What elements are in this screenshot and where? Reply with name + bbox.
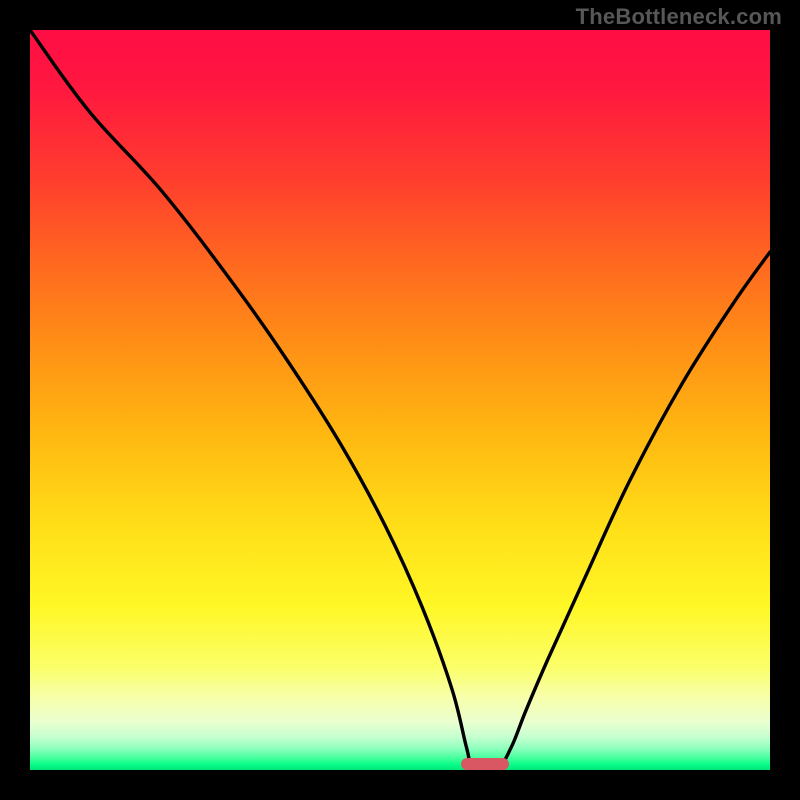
axis-border-bottom (0, 770, 800, 800)
axis-border-left (0, 0, 30, 800)
bottleneck-curve (30, 30, 770, 770)
chart-frame: TheBottleneck.com (0, 0, 800, 800)
axis-border-right (770, 0, 800, 800)
watermark-text: TheBottleneck.com (576, 4, 782, 30)
optimal-indicator-pill (461, 758, 508, 770)
plot-area (30, 30, 770, 770)
